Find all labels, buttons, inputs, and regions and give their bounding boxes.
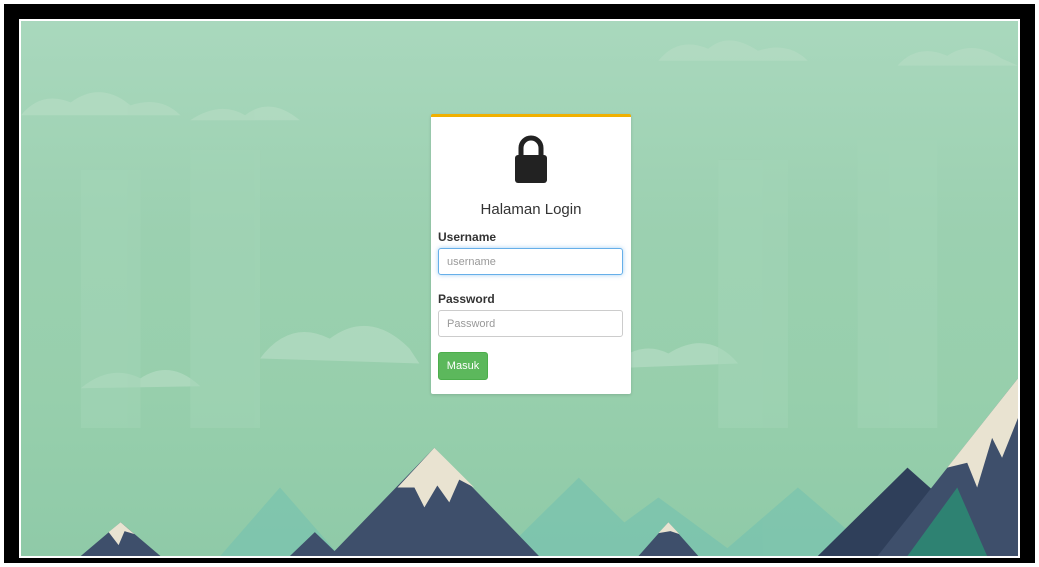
login-button[interactable]: Masuk (438, 352, 488, 380)
username-input[interactable] (438, 248, 623, 275)
password-label: Password (438, 292, 495, 306)
screenshot-frame: Halaman Login Username Password Masuk (4, 4, 1035, 563)
page-viewport: Halaman Login Username Password Masuk (19, 19, 1020, 558)
login-card: Halaman Login Username Password Masuk (431, 114, 631, 394)
page-title: Halaman Login (480, 201, 582, 218)
password-input[interactable] (438, 310, 623, 337)
lock-icon (515, 135, 547, 183)
username-label: Username (438, 230, 497, 244)
